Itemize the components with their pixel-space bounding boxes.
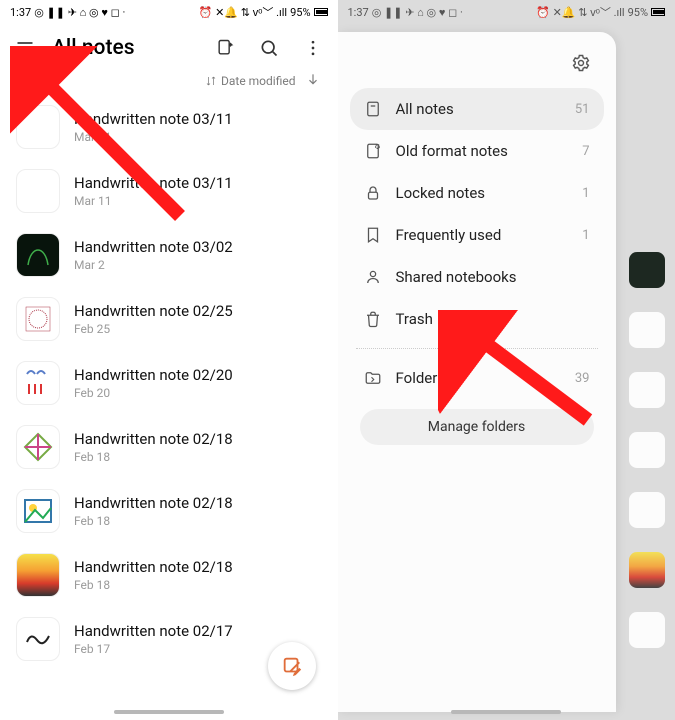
drawer-item-old-format[interactable]: Old format notes 7 bbox=[350, 130, 604, 172]
note-thumbnail bbox=[16, 489, 60, 533]
note-title: Handwritten note 02/18 bbox=[74, 558, 233, 576]
drawer-item-label: Shared notebooks bbox=[396, 268, 517, 286]
settings-button[interactable] bbox=[564, 46, 598, 80]
manage-folders-label: Manage folders bbox=[428, 419, 526, 435]
note-thumbnail bbox=[16, 617, 60, 661]
phone-left: 1:37 ◎ ❚❚ ✈ ⌂ ◎ ♥ ◻ · ⏰ ✕🔔 ⇅ ᴠᵒ﹀ .ıll 95… bbox=[0, 0, 338, 720]
note-item[interactable]: Handwritten note 02/25 Feb 25 bbox=[16, 287, 328, 351]
drawer-item-label: Frequently used bbox=[396, 226, 502, 244]
more-options-button[interactable] bbox=[296, 31, 330, 65]
drawer-item-frequently-used[interactable]: Frequently used 1 bbox=[350, 214, 604, 256]
note-title: Handwritten note 03/02 bbox=[74, 238, 233, 256]
drawer-divider bbox=[356, 348, 598, 349]
drawer-item-count: 51 bbox=[575, 102, 590, 117]
note-thumbnail bbox=[16, 105, 60, 149]
note-title: Handwritten note 02/20 bbox=[74, 366, 233, 384]
note-item[interactable]: Handwritten note 02/18 Feb 18 bbox=[16, 543, 328, 607]
status-time: 1:37 bbox=[348, 6, 369, 19]
drawer-item-folders[interactable]: Folders 39 bbox=[350, 357, 604, 399]
status-bar: 1:37 ◎ ❚❚ ✈ ⌂ ◎ ♥ ◻ · ⏰ ✕🔔 ⇅ ᴠᵒ﹀ .ıll 95… bbox=[338, 0, 675, 24]
drawer-item-label: Trash bbox=[396, 310, 433, 328]
status-battery: 95% bbox=[290, 6, 310, 19]
phone-right: 1:37 ◎ ❚❚ ✈ ⌂ ◎ ♥ ◻ · ⏰ ✕🔔 ⇅ ᴠᵒ﹀ .ıll 95… bbox=[338, 0, 675, 720]
background-thumbs bbox=[629, 252, 669, 648]
navigation-drawer: All notes 51 Old format notes 7 Locked n… bbox=[338, 32, 616, 712]
battery-icon bbox=[314, 8, 328, 16]
note-title: Handwritten note 03/11 bbox=[74, 174, 233, 192]
status-icons-left: ◎ ❚❚ ✈ ⌂ ◎ ♥ ◻ · bbox=[372, 6, 463, 19]
search-button[interactable] bbox=[252, 31, 286, 65]
note-date: Feb 17 bbox=[74, 642, 233, 656]
battery-icon bbox=[651, 8, 665, 16]
drawer-item-label: All notes bbox=[396, 100, 454, 118]
note-item[interactable]: Handwritten note 03/02 Mar 2 bbox=[16, 223, 328, 287]
drawer-item-trash[interactable]: Trash bbox=[350, 298, 604, 340]
manage-folders-button[interactable]: Manage folders bbox=[360, 409, 594, 445]
drawer-item-count: 1 bbox=[582, 186, 589, 201]
nav-handle[interactable] bbox=[451, 710, 561, 714]
note-item[interactable]: Handwritten note 03/11 Mar 11 bbox=[16, 95, 328, 159]
new-note-fab[interactable] bbox=[268, 642, 316, 690]
note-date: Feb 20 bbox=[74, 386, 233, 400]
note-item[interactable]: Handwritten note 02/18 Feb 18 bbox=[16, 479, 328, 543]
note-thumbnail bbox=[16, 425, 60, 469]
sort-row: Date modified bbox=[0, 72, 338, 95]
status-icons-right: ⏰ ✕🔔 ⇅ ᴠᵒ﹀ .ıll bbox=[199, 4, 287, 20]
note-date: Feb 18 bbox=[74, 578, 233, 592]
note-date: Feb 18 bbox=[74, 450, 233, 464]
status-icons-right: ⏰ ✕🔔 ⇅ ᴠᵒ﹀ .ıll bbox=[536, 4, 624, 20]
note-title: Handwritten note 03/11 bbox=[74, 110, 233, 128]
sort-label-text: Date modified bbox=[221, 74, 296, 88]
nav-handle[interactable] bbox=[114, 710, 224, 714]
note-item[interactable]: Handwritten note 02/20 Feb 20 bbox=[16, 351, 328, 415]
note-date: Feb 18 bbox=[74, 514, 233, 528]
note-thumbnail bbox=[16, 553, 60, 597]
drawer-item-label: Folders bbox=[396, 369, 446, 387]
note-item[interactable]: Handwritten note 02/18 Feb 18 bbox=[16, 415, 328, 479]
note-date: Mar 11 bbox=[74, 130, 233, 144]
status-battery: 95% bbox=[628, 6, 648, 19]
sort-direction-button[interactable] bbox=[306, 72, 320, 89]
app-bar: All notes bbox=[0, 24, 338, 72]
note-title: Handwritten note 02/18 bbox=[74, 494, 233, 512]
note-thumbnail bbox=[16, 169, 60, 213]
note-title: Handwritten note 02/18 bbox=[74, 430, 233, 448]
notes-list: Handwritten note 03/11 Mar 11 Handwritte… bbox=[0, 95, 338, 671]
status-icons-left: ◎ ❚❚ ✈ ⌂ ◎ ♥ ◻ · bbox=[34, 6, 125, 19]
page-title: All notes bbox=[52, 36, 198, 60]
note-thumbnail bbox=[16, 297, 60, 341]
drawer-item-count: 7 bbox=[582, 144, 589, 159]
note-date: Mar 2 bbox=[74, 258, 233, 272]
drawer-item-label: Locked notes bbox=[396, 184, 486, 202]
note-title: Handwritten note 02/17 bbox=[74, 622, 233, 640]
note-thumbnail bbox=[16, 233, 60, 277]
note-item[interactable]: Handwritten note 03/11 Mar 11 bbox=[16, 159, 328, 223]
drawer-item-locked-notes[interactable]: Locked notes 1 bbox=[350, 172, 604, 214]
status-time: 1:37 bbox=[10, 6, 31, 19]
hamburger-menu-button[interactable] bbox=[8, 31, 42, 65]
status-bar: 1:37 ◎ ❚❚ ✈ ⌂ ◎ ♥ ◻ · ⏰ ✕🔔 ⇅ ᴠᵒ﹀ .ıll 95… bbox=[0, 0, 338, 24]
drawer-item-all-notes[interactable]: All notes 51 bbox=[350, 88, 604, 130]
drawer-item-count: 39 bbox=[575, 371, 590, 386]
drawer-item-shared-notebooks[interactable]: Shared notebooks bbox=[350, 256, 604, 298]
note-title: Handwritten note 02/25 bbox=[74, 302, 233, 320]
note-date: Feb 25 bbox=[74, 322, 233, 336]
pdf-import-button[interactable] bbox=[208, 31, 242, 65]
drawer-item-label: Old format notes bbox=[396, 142, 508, 160]
drawer-item-count: 1 bbox=[582, 228, 589, 243]
sort-by-button[interactable]: Date modified bbox=[205, 74, 296, 88]
note-thumbnail bbox=[16, 361, 60, 405]
note-date: Mar 11 bbox=[74, 194, 233, 208]
